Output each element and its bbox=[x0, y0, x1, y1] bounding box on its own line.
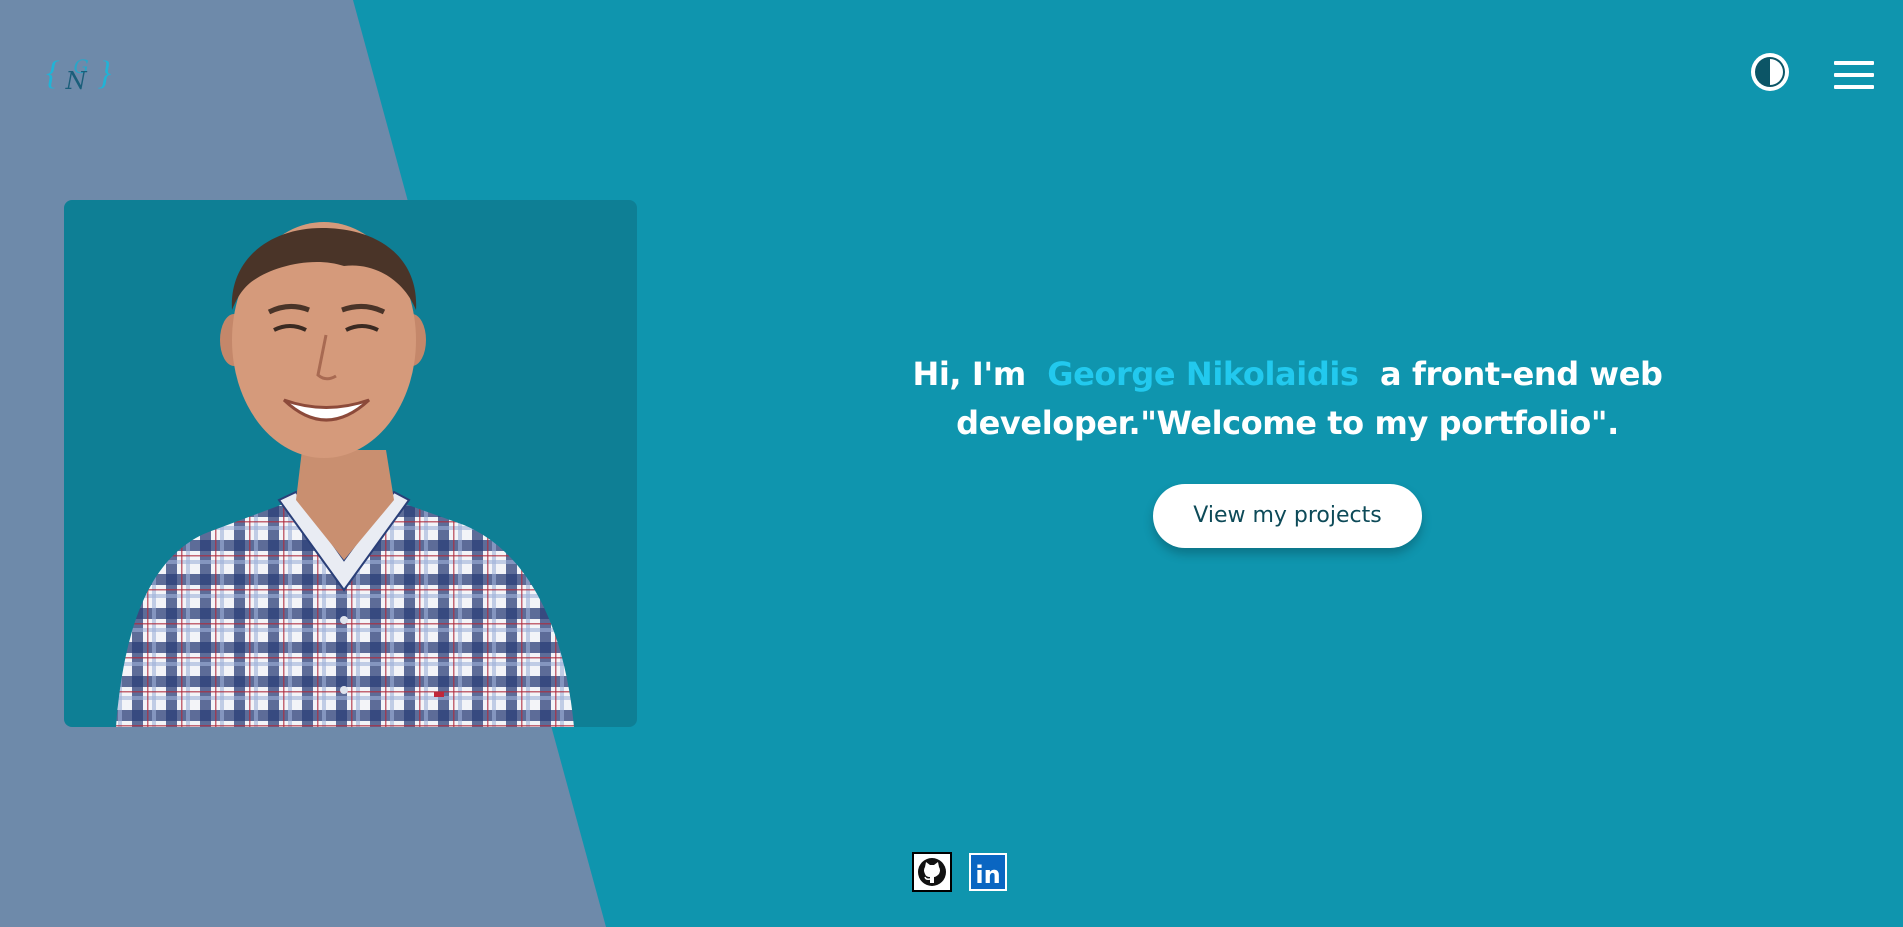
logo-right-brace: } bbox=[97, 55, 112, 92]
linkedin-text: in bbox=[975, 861, 1000, 889]
hero-heading: Hi, I'm George Nikolaidis a front-end we… bbox=[900, 350, 1675, 448]
hero-name: George Nikolaidis bbox=[1047, 355, 1359, 393]
linkedin-link[interactable]: in bbox=[968, 852, 1008, 892]
logo-left-brace: { bbox=[46, 55, 60, 92]
social-links: in bbox=[912, 852, 1008, 892]
profile-photo bbox=[64, 200, 637, 727]
view-projects-button[interactable]: View my projects bbox=[1153, 484, 1422, 548]
github-icon bbox=[912, 852, 952, 892]
hamburger-line bbox=[1834, 85, 1874, 89]
hamburger-menu-icon bbox=[1834, 61, 1874, 65]
hero-greeting: Hi, I'm bbox=[912, 355, 1026, 393]
github-link[interactable] bbox=[912, 852, 952, 892]
portrait-image bbox=[116, 222, 574, 727]
hero-section: Hi, I'm George Nikolaidis a front-end we… bbox=[900, 350, 1675, 548]
linkedin-icon: in bbox=[969, 853, 1007, 891]
hamburger-line bbox=[1834, 73, 1874, 77]
menu-button[interactable] bbox=[1834, 59, 1874, 91]
contrast-icon bbox=[1751, 53, 1789, 91]
theme-toggle-button[interactable] bbox=[1750, 52, 1790, 92]
site-logo[interactable]: { G N } bbox=[46, 50, 126, 98]
logo-monogram: G N bbox=[60, 54, 98, 95]
logo-letter-n: N bbox=[65, 67, 87, 95]
